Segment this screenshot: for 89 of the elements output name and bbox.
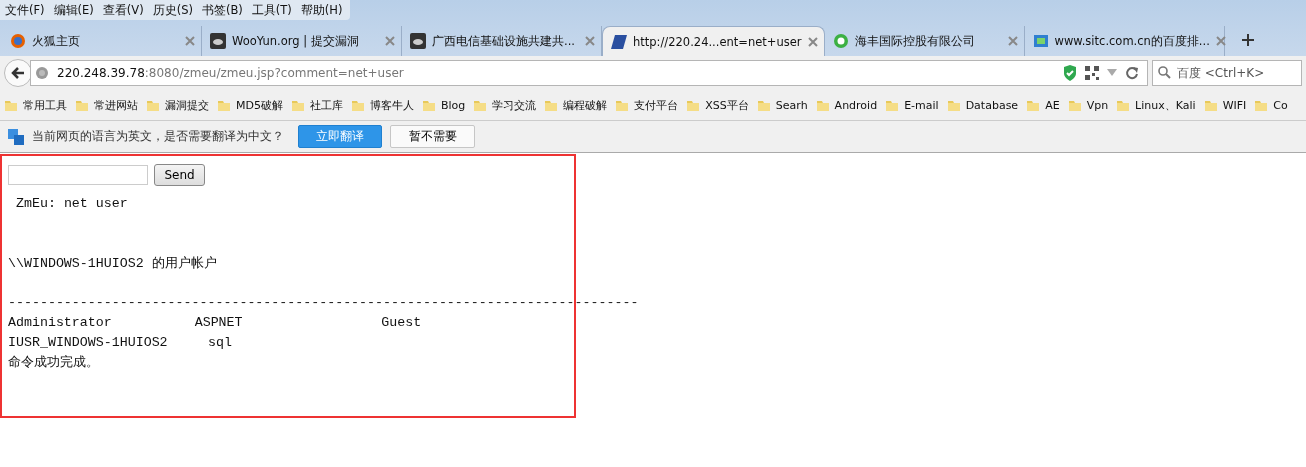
- tile-icon: [1032, 33, 1049, 49]
- reload-icon[interactable]: [1125, 66, 1139, 80]
- close-icon: [1007, 36, 1018, 46]
- menu-item[interactable]: 书签(B): [196, 2, 247, 18]
- bookmark-item[interactable]: 支付平台: [615, 97, 679, 113]
- browser-tab[interactable]: http://220.24...ent=net+user: [602, 26, 825, 56]
- command-echo: ZmEu: net user: [16, 195, 129, 213]
- folder-icon: [146, 98, 160, 112]
- status-message: 命令成功完成。: [8, 354, 100, 372]
- bookmark-item[interactable]: Database: [946, 98, 1019, 112]
- bookmark-item[interactable]: 常用工具: [4, 97, 67, 113]
- close-icon: [385, 36, 395, 46]
- menu-item[interactable]: 编辑(E): [48, 2, 98, 18]
- search-field[interactable]: 百度 <Ctrl+K>: [1152, 60, 1302, 86]
- dismiss-button[interactable]: 暂不需要: [390, 125, 475, 148]
- bookmark-item[interactable]: Android: [815, 98, 878, 112]
- bookmark-item[interactable]: 编程破解: [544, 97, 608, 113]
- separator-line: -------------------------------------------------------------------------------: [8, 294, 639, 312]
- folder-icon: [615, 98, 630, 112]
- bookmark-item[interactable]: Linux、Kali: [1116, 97, 1196, 113]
- firefox-icon: [10, 33, 26, 49]
- bookmark-item[interactable]: WIFI: [1203, 98, 1247, 112]
- bookmark-item[interactable]: XSS平台: [686, 97, 749, 113]
- menu-item[interactable]: 文件(F): [0, 2, 49, 18]
- logo-icon: [611, 33, 627, 50]
- url-text: 220.248.39.78:8080/zmeu/zmeu.jsp?comment=net+user: [57, 66, 404, 80]
- bookmark-item[interactable]: 漏洞提交: [146, 97, 209, 113]
- bookmark-item[interactable]: 常进网站: [75, 97, 138, 113]
- folder-icon: [885, 98, 900, 112]
- send-button[interactable]: Send: [154, 164, 205, 186]
- close-icon: [1215, 36, 1226, 46]
- new-tab-icon[interactable]: [1240, 33, 1255, 47]
- menu-item[interactable]: 帮助(H): [295, 2, 347, 18]
- cloud-icon: [210, 33, 226, 49]
- close-icon: [585, 36, 595, 46]
- account-name: Administrator: [8, 314, 113, 332]
- bookmark-item[interactable]: 博客牛人: [350, 97, 414, 113]
- qr-code-icon[interactable]: [1085, 66, 1099, 80]
- menu-item[interactable]: 查看(V): [97, 2, 148, 18]
- tab-title: www.sitc.com.cn的百度排...: [1054, 33, 1210, 49]
- close-icon: [807, 36, 818, 47]
- folder-icon: [350, 98, 365, 112]
- folder-icon: [686, 98, 701, 112]
- bookmark-item[interactable]: 社工库: [290, 97, 343, 113]
- folder-icon: [290, 98, 305, 112]
- account-name: sql: [208, 334, 233, 352]
- folder-icon: [4, 98, 18, 112]
- folder-icon: [421, 98, 436, 112]
- menu-item[interactable]: 工具(T): [246, 2, 296, 18]
- bookmark-item[interactable]: Searh: [756, 98, 808, 112]
- folder-icon: [1254, 98, 1269, 112]
- tab-title: 火狐主页: [32, 33, 80, 49]
- account-name: IUSR_WINDOWS-1HUIOS2: [8, 334, 169, 352]
- tab-title: http://220.24...ent=net+user: [633, 34, 802, 49]
- bookmark-item[interactable]: Vpn: [1067, 98, 1109, 112]
- folder-icon: [1067, 98, 1082, 112]
- folder-icon: [473, 98, 488, 112]
- bookmark-item[interactable]: MD5破解: [217, 97, 283, 113]
- bookmark-item[interactable]: Co: [1254, 98, 1288, 112]
- folder-icon: [1026, 98, 1041, 112]
- address-bar[interactable]: 220.248.39.78:8080/zmeu/zmeu.jsp?comment=net+user: [30, 60, 1148, 86]
- folder-icon: [756, 98, 771, 112]
- folder-icon: [1116, 98, 1131, 112]
- folder-icon: [544, 98, 559, 112]
- command-field[interactable]: [8, 165, 148, 185]
- tab-title: 广西电信基础设施共建共...: [432, 33, 575, 49]
- account-name: ASPNET: [194, 314, 244, 332]
- folder-icon: [1203, 98, 1218, 112]
- account-name: Guest: [381, 314, 423, 332]
- folder-icon: [75, 98, 89, 112]
- folder-icon: [217, 98, 231, 112]
- bookmark-item[interactable]: 学习交流: [473, 97, 537, 113]
- tab-title: WooYun.org | 提交漏洞: [232, 33, 359, 49]
- tab-title: 海丰国际控股有限公司: [854, 33, 975, 49]
- folder-icon: [815, 98, 830, 112]
- globe-icon: [35, 66, 49, 80]
- translate-prompt: 当前网页的语言为英文，是否需要翻译为中文？: [32, 128, 284, 145]
- close-icon: [185, 36, 195, 46]
- translate-icon: [8, 128, 24, 145]
- cloud-icon: [410, 33, 426, 49]
- menu-item[interactable]: 历史(S): [147, 2, 197, 18]
- bookmark-item[interactable]: Blog: [421, 98, 466, 112]
- back-button[interactable]: [4, 59, 32, 87]
- globe-icon: [832, 33, 849, 49]
- folder-icon: [946, 98, 961, 112]
- bookmark-item[interactable]: E-mail: [885, 98, 939, 112]
- bookmark-item[interactable]: AE: [1026, 98, 1060, 112]
- output-heading: \\WINDOWS-1HUIOS2 的用户帐户: [8, 255, 218, 273]
- shield-icon: [1063, 65, 1077, 81]
